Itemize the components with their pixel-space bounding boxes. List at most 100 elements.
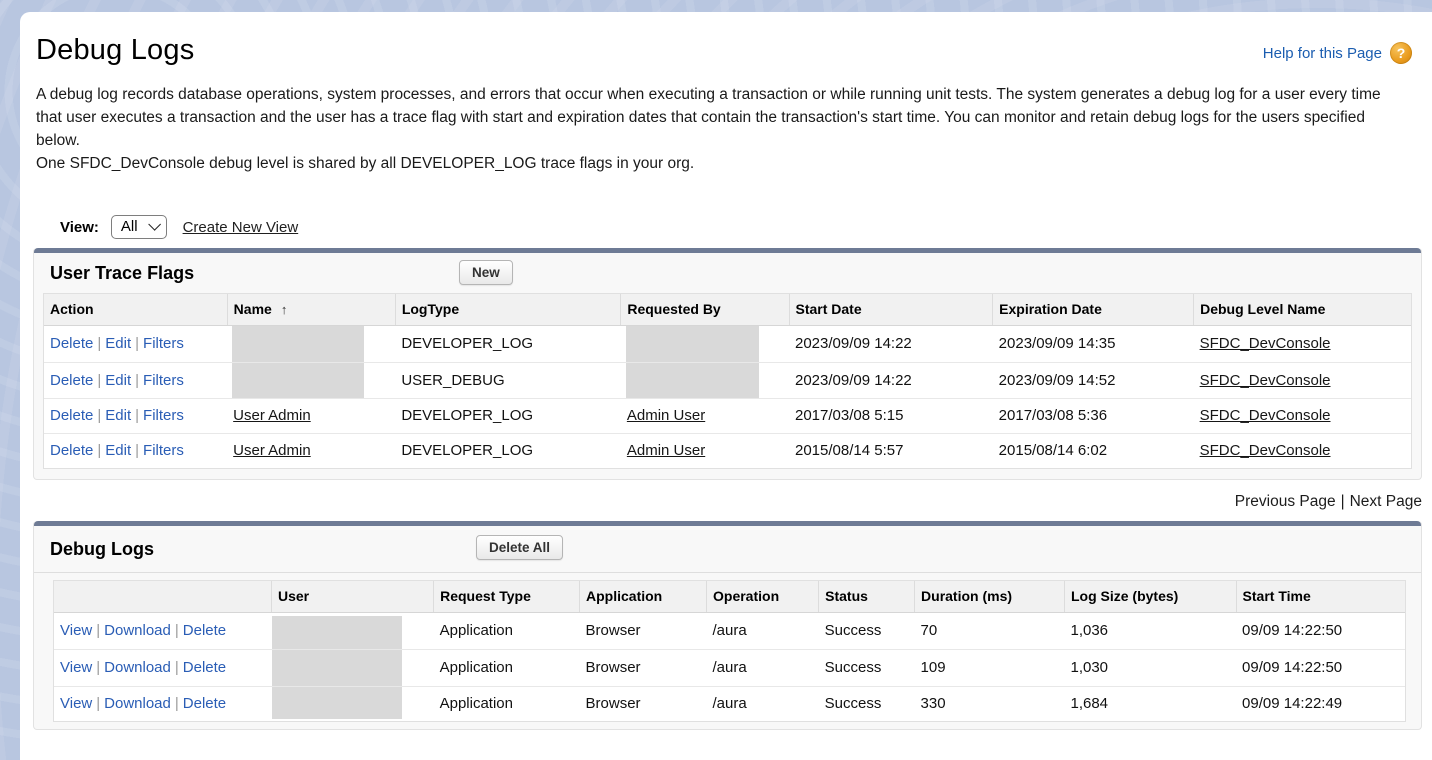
user-cell xyxy=(272,612,434,649)
duration-cell: 330 xyxy=(915,686,1065,721)
name-cell: User Admin xyxy=(227,433,395,468)
link-separator: | xyxy=(131,335,143,352)
requested-by-link[interactable]: Admin User xyxy=(627,442,705,459)
name-cell xyxy=(227,362,395,398)
application-cell: Browser xyxy=(580,649,707,686)
filters-link[interactable]: Filters xyxy=(143,335,184,352)
page-description: A debug log records database operations,… xyxy=(36,83,1410,175)
question-mark-glyph: ? xyxy=(1397,45,1406,61)
view-select-value: All xyxy=(121,218,138,235)
column-header-start-date[interactable]: Start Date xyxy=(789,294,993,325)
link-separator: | xyxy=(131,407,143,424)
delete-link[interactable]: Delete xyxy=(183,659,226,676)
requested-by-cell: Admin User xyxy=(621,433,789,468)
action-cell: Delete|Edit|Filters xyxy=(44,433,227,468)
column-header-logtype[interactable]: LogType xyxy=(395,294,621,325)
column-header-expiration-date[interactable]: Expiration Date xyxy=(993,294,1194,325)
debug-level-link[interactable]: SFDC_DevConsole xyxy=(1200,372,1331,389)
table-row: View|Download|Delete Application Browser… xyxy=(54,612,1405,649)
link-separator: | xyxy=(171,622,183,639)
user-cell xyxy=(272,686,434,721)
next-page-link[interactable]: Next Page xyxy=(1350,493,1422,510)
debug-level-link[interactable]: SFDC_DevConsole xyxy=(1200,335,1331,352)
trace-flags-header-row: Action Name ↑ LogType Requested By Start … xyxy=(44,294,1411,325)
edit-link[interactable]: Edit xyxy=(105,407,131,424)
link-separator: | xyxy=(93,372,105,389)
debug-level-link[interactable]: SFDC_DevConsole xyxy=(1200,442,1331,459)
action-cell: Delete|Edit|Filters xyxy=(44,398,227,433)
action-cell: View|Download|Delete xyxy=(54,612,272,649)
duration-cell: 109 xyxy=(915,649,1065,686)
view-link[interactable]: View xyxy=(60,659,92,676)
new-button[interactable]: New xyxy=(459,260,513,285)
view-link[interactable]: View xyxy=(60,622,92,639)
delete-link[interactable]: Delete xyxy=(50,335,93,352)
logtype-cell: DEVELOPER_LOG xyxy=(395,398,621,433)
link-separator: | xyxy=(92,659,104,676)
user-trace-flags-section: User Trace Flags New Action Name ↑ LogTyp… xyxy=(33,248,1422,480)
view-bar: View: All Create New View xyxy=(60,215,1432,239)
filters-link[interactable]: Filters xyxy=(143,372,184,389)
help-link[interactable]: Help for this Page xyxy=(1263,45,1382,62)
delete-link[interactable]: Delete xyxy=(50,407,93,424)
view-select[interactable]: All xyxy=(111,215,167,239)
column-header-status: Status xyxy=(819,581,915,612)
delete-all-button[interactable]: Delete All xyxy=(476,535,563,560)
start-date-cell: 2023/09/09 14:22 xyxy=(789,362,993,398)
column-header-action[interactable]: Action xyxy=(44,294,227,325)
user-trace-flags-header: User Trace Flags New xyxy=(34,253,1421,293)
status-cell: Success xyxy=(819,686,915,721)
action-cell: View|Download|Delete xyxy=(54,686,272,721)
description-line-2: One SFDC_DevConsole debug level is share… xyxy=(36,155,694,172)
column-header-name[interactable]: Name ↑ xyxy=(227,294,395,325)
start-date-cell: 2015/08/14 5:57 xyxy=(789,433,993,468)
log-size-cell: 1,036 xyxy=(1064,612,1236,649)
logtype-cell: USER_DEBUG xyxy=(395,362,621,398)
create-new-view-link[interactable]: Create New View xyxy=(183,219,299,236)
redacted-name xyxy=(232,326,364,362)
description-line-1: A debug log records database operations,… xyxy=(36,86,1381,149)
filters-link[interactable]: Filters xyxy=(143,407,184,424)
pagination: Previous Page|Next Page xyxy=(20,493,1422,511)
filters-link[interactable]: Filters xyxy=(143,442,184,459)
delete-link[interactable]: Delete xyxy=(183,622,226,639)
logtype-cell: DEVELOPER_LOG xyxy=(395,433,621,468)
edit-link[interactable]: Edit xyxy=(105,335,131,352)
debug-logs-table: User Request Type Application Operation … xyxy=(53,580,1406,722)
column-header-name-label: Name xyxy=(234,301,272,317)
debug-level-link[interactable]: SFDC_DevConsole xyxy=(1200,407,1331,424)
edit-link[interactable]: Edit xyxy=(105,372,131,389)
user-name-link[interactable]: User Admin xyxy=(233,442,311,459)
requested-by-link[interactable]: Admin User xyxy=(627,407,705,424)
redacted-user xyxy=(272,686,402,719)
name-cell: User Admin xyxy=(227,398,395,433)
download-link[interactable]: Download xyxy=(104,622,171,639)
download-link[interactable]: Download xyxy=(104,695,171,712)
download-link[interactable]: Download xyxy=(104,659,171,676)
page-title: Debug Logs xyxy=(36,34,1410,67)
link-separator: | xyxy=(171,695,183,712)
column-header-requested-by[interactable]: Requested By xyxy=(621,294,789,325)
action-cell: View|Download|Delete xyxy=(54,649,272,686)
link-separator: | xyxy=(93,407,105,424)
redacted-user xyxy=(272,616,402,649)
debug-level-cell: SFDC_DevConsole xyxy=(1194,325,1411,362)
log-size-cell: 1,030 xyxy=(1064,649,1236,686)
pagination-separator: | xyxy=(1336,493,1350,510)
sort-ascending-icon: ↑ xyxy=(281,302,288,317)
requested-by-cell: Admin User xyxy=(621,398,789,433)
question-mark-icon[interactable]: ? xyxy=(1390,42,1412,64)
edit-link[interactable]: Edit xyxy=(105,442,131,459)
delete-link[interactable]: Delete xyxy=(50,442,93,459)
expiration-date-cell: 2017/03/08 5:36 xyxy=(993,398,1194,433)
column-header-duration: Duration (ms) xyxy=(915,581,1065,612)
delete-link[interactable]: Delete xyxy=(50,372,93,389)
delete-link[interactable]: Delete xyxy=(183,695,226,712)
user-name-link[interactable]: User Admin xyxy=(233,407,311,424)
operation-cell: /aura xyxy=(707,649,819,686)
chevron-down-icon xyxy=(148,218,161,231)
column-header-debug-level-name[interactable]: Debug Level Name xyxy=(1194,294,1411,325)
previous-page-link[interactable]: Previous Page xyxy=(1235,493,1336,510)
expiration-date-cell: 2023/09/09 14:35 xyxy=(993,325,1194,362)
view-link[interactable]: View xyxy=(60,695,92,712)
